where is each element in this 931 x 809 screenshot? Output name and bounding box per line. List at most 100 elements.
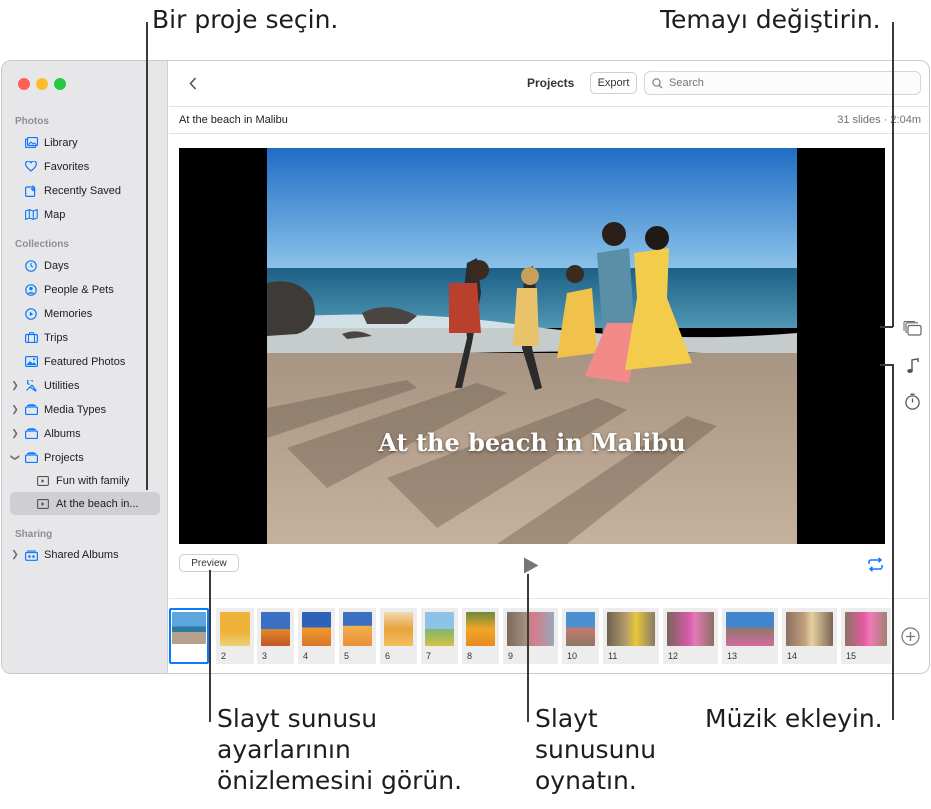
sidebar-item-recently-saved[interactable]: Recently Saved [10,179,160,202]
theme-button[interactable] [902,319,922,337]
sidebar-item-label: Utilities [44,379,80,392]
leader-line [209,570,211,722]
sidebar-item-label: People & Pets [44,283,114,296]
sidebar-item-days[interactable]: Days [10,254,160,277]
slide-thumbnail[interactable]: 14 [782,608,837,664]
search-icon [652,77,663,88]
thumbnail-image [726,612,774,646]
thumbnail-number: 5 [344,651,350,661]
callout-choose-project: Bir proje seçin. [152,5,339,34]
chevron-right-icon[interactable]: ❯ [10,549,20,560]
callout-change-theme: Temayı değiştirin. [660,5,881,34]
slide-thumbnail[interactable]: 9 [503,608,558,664]
sidebar-item-label: Projects [44,451,84,464]
slideshow-icon [36,497,50,511]
slide-thumbnail[interactable]: 13 [722,608,778,664]
thumbnail-image [343,612,372,646]
sidebar-item-featured-photos[interactable]: Featured Photos [10,350,160,373]
sidebar-item-at-the-beach[interactable]: At the beach in... [10,492,160,515]
slide-thumbnail[interactable]: 7 [421,608,458,664]
duration-button[interactable] [903,392,921,410]
slide-thumbnail[interactable]: 5 [339,608,376,664]
loop-button[interactable] [865,555,885,573]
sidebar-item-library[interactable]: Library [10,131,160,154]
sidebar-item-label: Days [44,259,70,272]
sidebar-item-utilities[interactable]: ❯ Utilities [10,374,160,397]
stack-icon [24,403,38,417]
leader-line [880,326,893,328]
export-button[interactable]: Export [590,72,637,94]
thumbnail-number: 6 [385,651,391,661]
sidebar-item-fun-with-family[interactable]: Fun with family [10,469,160,492]
music-note-icon [907,358,919,373]
thumbnail-number: 3 [262,651,268,661]
slide-thumbnail[interactable]: 10 [562,608,599,664]
project-info-bar: At the beach in Malibu 31 slides · 2:04m [169,106,929,134]
sidebar-item-label: Trips [44,331,69,344]
sidebar-item-shared-albums[interactable]: ❯ Shared Albums [10,543,160,566]
search-input[interactable] [669,77,899,89]
chevron-left-icon [189,76,197,90]
sidebar-item-label: Recently Saved [44,184,122,197]
suitcase-icon [24,331,38,345]
chevron-right-icon[interactable]: ❯ [10,404,20,415]
sidebar-item-memories[interactable]: Memories [10,302,160,325]
back-button[interactable] [185,74,201,92]
photos-window: Photos Library Favorites Recently Saved … [1,60,930,674]
stack-icon [24,427,38,441]
sidebar-item-label: Map [44,208,66,221]
zoom-button[interactable] [54,78,66,90]
slide-thumbnail[interactable]: 4 [298,608,335,664]
thumbnail-number: 7 [426,651,432,661]
slide-thumbnail[interactable]: 6 [380,608,417,664]
timer-icon [904,393,920,410]
sidebar-item-label: At the beach in... [56,497,139,510]
slide-thumbnail[interactable]: 11 [603,608,659,664]
thumbnail-image [566,612,595,646]
thumbnail-image [667,612,714,646]
shared-albums-icon [24,548,38,562]
thumbnail-number: 11 [608,651,618,661]
map-icon [24,208,38,222]
chevron-right-icon[interactable]: ❯ [10,428,20,439]
person-icon [24,283,38,297]
minimize-button[interactable] [36,78,48,90]
main-area: Projects Export At the beach in Malibu 3… [169,61,929,673]
music-button[interactable] [904,356,922,376]
slide-thumbnail[interactable]: 2 [216,608,254,664]
leader-line [892,22,894,327]
add-slide-button[interactable] [900,626,920,646]
thumbnail-number: 4 [303,651,309,661]
thumbnail-image [466,612,495,646]
sidebar-item-trips[interactable]: Trips [10,326,160,349]
plus-circle-icon [900,626,920,646]
heart-icon [24,160,38,174]
sidebar-item-albums[interactable]: ❯ Albums [10,422,160,445]
sidebar-item-media-types[interactable]: ❯ Media Types [10,398,160,421]
thumbnail-number: 14 [787,651,798,661]
slide-thumbnail[interactable]: 8 [462,608,499,664]
slide-thumbnail[interactable] [169,608,209,664]
chevron-down-icon[interactable]: ❯ [10,453,21,463]
thumbnail-number: 12 [668,651,679,661]
play-button[interactable] [521,555,541,575]
featured-photos-icon [24,355,38,369]
sidebar-item-favorites[interactable]: Favorites [10,155,160,178]
slideshow-viewer[interactable]: At the beach in Malibu [179,148,885,544]
callout-preview-settings: Slayt sunusu ayarlarının önizlemesini gö… [217,704,463,795]
sidebar-item-map[interactable]: Map [10,203,160,226]
close-button[interactable] [18,78,30,90]
tools-icon [24,379,38,393]
chevron-right-icon[interactable]: ❯ [10,380,20,391]
slide-thumbnail[interactable]: 3 [257,608,294,664]
thumbnail-number: 10 [567,651,578,661]
sidebar-item-projects[interactable]: ❯ Projects [10,446,160,469]
repeat-icon [867,556,883,572]
slide-thumbnail[interactable]: 15 [841,608,891,664]
sidebar-item-label: Media Types [44,403,107,416]
sidebar-item-people-pets[interactable]: People & Pets [10,278,160,301]
callout-play: Slayt sunusunu oynatın. [535,704,657,795]
search-field[interactable] [644,71,921,95]
slide-thumbnail[interactable]: 12 [663,608,718,664]
slideshow-icon [36,474,50,488]
